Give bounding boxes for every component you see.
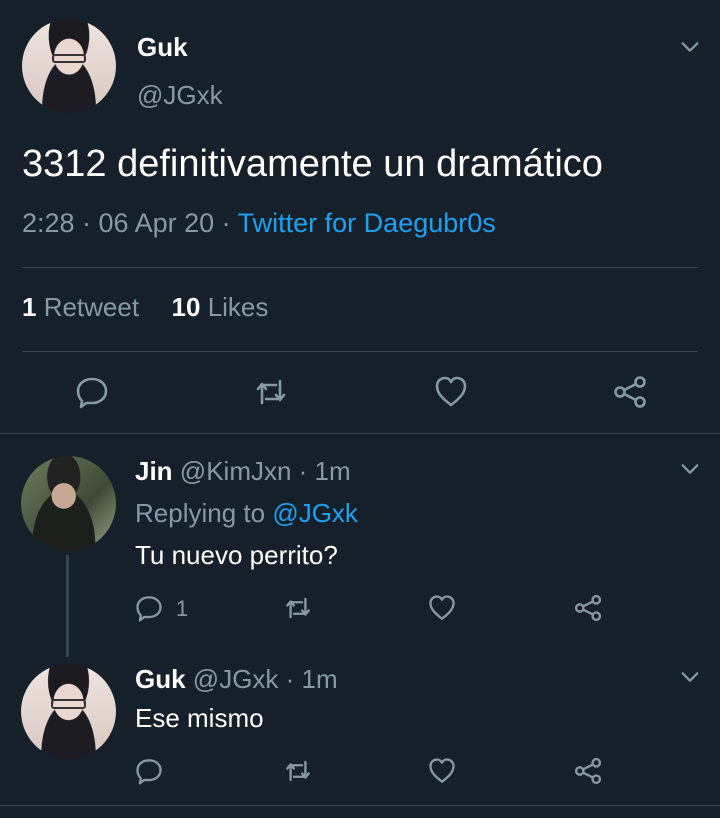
reply-author-name[interactable]: Jin	[135, 456, 173, 486]
chevron-down-icon[interactable]	[679, 36, 701, 58]
tweet-time: 2:28 · 06 Apr 20 ·	[22, 208, 238, 238]
reply-header: Guk @JGxk · 1m	[135, 664, 338, 695]
reply-header: Jin @KimJxn · 1m	[135, 456, 351, 487]
share-icon[interactable]	[574, 594, 602, 622]
likes-label: Likes	[200, 292, 269, 322]
reply-author-name[interactable]: Guk	[135, 664, 186, 694]
share-icon[interactable]	[613, 375, 647, 409]
like-icon[interactable]	[428, 757, 456, 785]
replying-to: Replying to @JGxk	[135, 498, 358, 529]
retweets-label: Retweet	[36, 292, 140, 322]
reply-author-handle-time[interactable]: @JGxk · 1m	[186, 664, 338, 694]
reply-icon[interactable]	[135, 594, 163, 622]
retweet-icon[interactable]	[284, 757, 312, 785]
divider	[22, 351, 698, 352]
retweets-count: 1	[22, 292, 37, 322]
retweets-stat[interactable]: 1 Retweet	[22, 292, 139, 322]
divider	[22, 267, 698, 268]
likes-count: 10	[171, 292, 201, 322]
retweet-icon[interactable]	[284, 594, 312, 622]
tweet-source-link[interactable]: Twitter for Daegubr0s	[238, 208, 496, 238]
reply-icon[interactable]	[135, 757, 163, 785]
tweet-text: 3312 definitivamente un dramático	[22, 143, 603, 185]
retweet-icon[interactable]	[254, 375, 288, 409]
avatar-glasses	[51, 699, 86, 709]
replying-to-handle[interactable]: @JGxk	[272, 498, 358, 528]
reply-icon[interactable]	[75, 375, 109, 409]
author-name[interactable]: Guk	[137, 32, 188, 63]
chevron-down-icon[interactable]	[679, 666, 701, 688]
replying-to-label: Replying to	[135, 498, 273, 528]
share-icon[interactable]	[574, 757, 602, 785]
likes-stat[interactable]: 10 Likes	[172, 292, 269, 322]
avatar[interactable]	[22, 19, 116, 113]
thread-line	[66, 555, 69, 657]
main-tweet: Guk @JGxk 3312 definitivamente un dramát…	[0, 0, 720, 434]
author-handle[interactable]: @JGxk	[137, 80, 223, 111]
tweet-meta: 2:28 · 06 Apr 20 · Twitter for Daegubr0s	[22, 208, 496, 239]
like-icon[interactable]	[434, 375, 468, 409]
reply-author-handle-time[interactable]: @KimJxn · 1m	[173, 456, 351, 486]
reply-count: 1	[176, 596, 189, 621]
avatar[interactable]	[21, 456, 116, 551]
divider	[0, 805, 720, 806]
tweet-stats: 1 Retweet 10 Likes	[22, 292, 268, 323]
avatar[interactable]	[21, 664, 116, 759]
reply-text: Ese mismo	[135, 703, 264, 733]
avatar-glasses	[52, 53, 86, 64]
like-icon[interactable]	[428, 594, 456, 622]
chevron-down-icon[interactable]	[679, 458, 701, 480]
reply-text: Tu nuevo perrito?	[135, 540, 338, 570]
